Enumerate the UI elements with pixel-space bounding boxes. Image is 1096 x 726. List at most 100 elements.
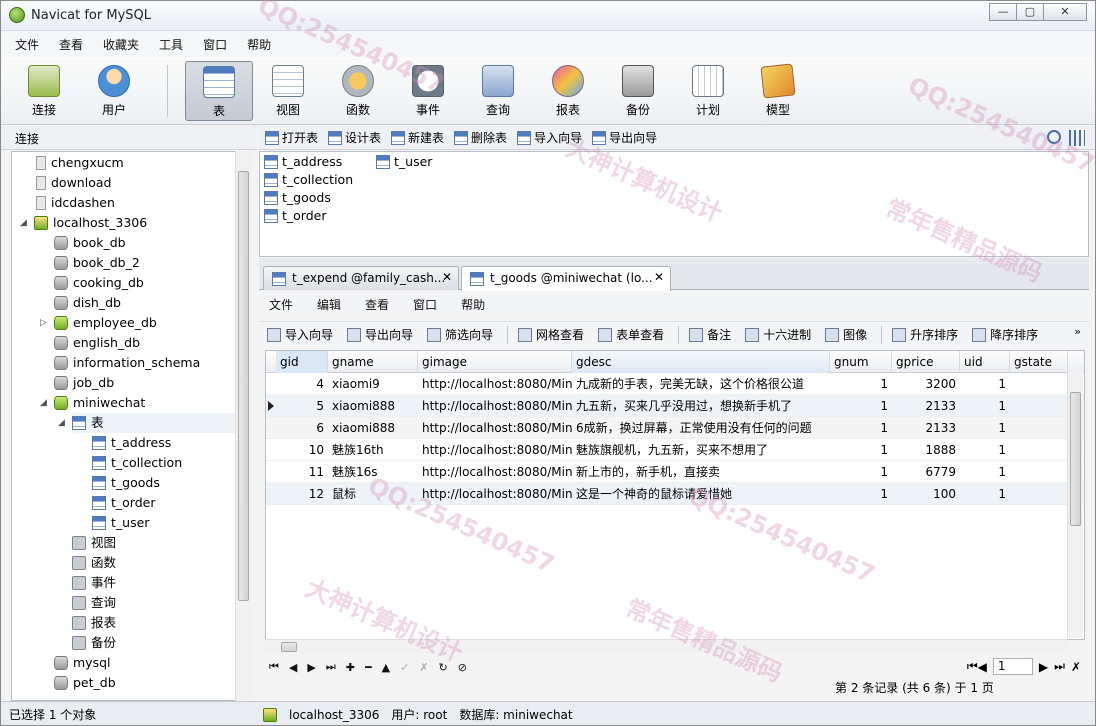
cell-gid[interactable]: 6 — [276, 417, 328, 439]
column-header[interactable]: gdesc — [572, 351, 830, 373]
cell-gdesc[interactable]: 魅族旗舰机，九五新，买来不想用了 — [572, 439, 830, 461]
cell-gnum[interactable]: 1 — [830, 439, 892, 461]
tree-scrollbar[interactable] — [235, 151, 251, 701]
tree-item-tables[interactable]: 表 — [72, 413, 238, 433]
cell-gstate[interactable] — [1010, 373, 1068, 395]
toolbar-overflow-icon[interactable]: » — [1074, 325, 1081, 338]
collapse-toggle-icon[interactable]: ◢ — [20, 218, 27, 228]
cell-gname[interactable]: 魅族16s — [328, 461, 418, 483]
cell-gid[interactable]: 4 — [276, 373, 328, 395]
collapse-toggle-icon[interactable]: ◢ — [58, 418, 65, 428]
tree-item-download[interactable]: download — [36, 173, 111, 193]
cell-gid[interactable]: 10 — [276, 439, 328, 461]
cell-gprice[interactable]: 1888 — [892, 439, 960, 461]
hex-button[interactable]: 十六进制 — [745, 326, 811, 343]
table-row[interactable]: 4 xiaomi9 http://localhost:8080/Mini 九成新… — [266, 373, 1084, 395]
sort-asc-button[interactable]: 升序排序 — [892, 326, 958, 343]
connect-button[interactable]: 连接 — [11, 61, 77, 121]
memo-button[interactable]: 备注 — [689, 326, 731, 343]
cell-gname[interactable]: 鼠标 — [328, 483, 418, 505]
form-view-button[interactable]: 表单查看 — [598, 326, 664, 343]
cell-gdesc[interactable]: 这是一个神奇的鼠标请爱惜她 — [572, 483, 830, 505]
tree-item-table[interactable]: t_address — [92, 433, 171, 453]
cell-gdesc[interactable]: 九五新，买来几乎没用过，想换新手机了 — [572, 395, 830, 417]
tab-close-icon[interactable]: ✕ — [442, 270, 452, 284]
tree-item-table[interactable]: t_goods — [92, 473, 160, 493]
tree-item-functions[interactable]: 函数 — [72, 553, 116, 573]
model-button[interactable]: 模型 — [745, 61, 811, 121]
export-wizard-button[interactable]: 导出向导 — [347, 326, 413, 343]
filter-wizard-button[interactable]: 筛选向导 — [427, 326, 493, 343]
delete-table-button[interactable]: 删除表 — [454, 129, 507, 146]
menu-file[interactable]: 文件 — [269, 296, 309, 313]
cell-gprice[interactable]: 2133 — [892, 395, 960, 417]
column-header[interactable]: gname — [328, 351, 418, 373]
cell-uid[interactable]: 1 — [960, 395, 1010, 417]
next-record-icon[interactable]: ▶ — [307, 661, 315, 674]
table-row[interactable]: 6 xiaomi888 http://localhost:8080/Mini 6… — [266, 417, 1084, 439]
cell-gid[interactable]: 12 — [276, 483, 328, 505]
tree-item-database[interactable]: information_schema — [54, 353, 200, 373]
cell-gid[interactable]: 5 — [276, 395, 328, 417]
prev-record-icon[interactable]: ◀ — [289, 661, 297, 674]
menu-favorites[interactable]: 收藏夹 — [95, 36, 151, 53]
backup-button[interactable]: 备份 — [605, 61, 671, 121]
last-record-icon[interactable]: ⏭ — [326, 660, 336, 674]
menu-help[interactable]: 帮助 — [239, 36, 283, 53]
tree-item-localhost[interactable]: localhost_3306 — [34, 213, 147, 233]
menu-edit[interactable]: 编辑 — [317, 296, 357, 313]
object-table-item[interactable]: t_goods — [264, 189, 331, 207]
cell-gimage[interactable]: http://localhost:8080/Mini — [418, 461, 572, 483]
new-table-button[interactable]: 新建表 — [391, 129, 444, 146]
sort-desc-button[interactable]: 降序排序 — [972, 326, 1038, 343]
tree-item-reports[interactable]: 报表 — [72, 613, 116, 633]
cell-uid[interactable]: 1 — [960, 373, 1010, 395]
tree-item-database[interactable]: book_db — [54, 233, 126, 253]
tree-item-backups[interactable]: 备份 — [72, 633, 116, 653]
open-table-button[interactable]: 打开表 — [265, 129, 318, 146]
tree-item-database[interactable]: employee_db — [54, 313, 157, 333]
table-row[interactable]: 10 魅族16th http://localhost:8080/Mini 魅族旗… — [266, 439, 1084, 461]
discard-changes-icon[interactable]: ✗ — [419, 661, 428, 674]
tree-item-idcdashen[interactable]: idcdashen — [36, 193, 115, 213]
menu-view[interactable]: 查看 — [51, 36, 95, 53]
tree-item-database[interactable]: english_db — [54, 333, 140, 353]
cell-gimage[interactable]: http://localhost:8080/Mini — [418, 373, 572, 395]
close-button[interactable]: ✕ — [1043, 3, 1087, 21]
tree-item-table[interactable]: t_order — [92, 493, 155, 513]
settings-icon[interactable]: ✗ — [1071, 660, 1081, 674]
expand-toggle-icon[interactable]: ▷ — [40, 318, 47, 328]
tree-item-database[interactable]: cooking_db — [54, 273, 144, 293]
cell-gname[interactable]: 魅族16th — [328, 439, 418, 461]
cell-gimage[interactable]: http://localhost:8080/Mini — [418, 483, 572, 505]
cell-uid[interactable]: 1 — [960, 461, 1010, 483]
minimize-button[interactable]: — — [989, 3, 1017, 21]
cell-gstate[interactable] — [1010, 439, 1068, 461]
grid-vscroll-thumb[interactable] — [1070, 392, 1081, 526]
object-table-item[interactable]: t_address — [264, 153, 342, 171]
next-page-icon[interactable]: ▶ — [1039, 660, 1048, 674]
event-button[interactable]: 事件 — [395, 61, 461, 121]
cell-gimage[interactable]: http://localhost:8080/Mini — [418, 439, 572, 461]
grid-horizontal-scrollbar[interactable] — [265, 639, 1067, 653]
menu-view[interactable]: 查看 — [365, 296, 405, 313]
cell-uid[interactable]: 1 — [960, 483, 1010, 505]
menu-window[interactable]: 窗口 — [413, 296, 453, 313]
tree-item-database[interactable]: miniwechat — [54, 393, 145, 413]
table-button[interactable]: 表 — [185, 61, 253, 121]
tree-scroll-thumb[interactable] — [238, 171, 249, 601]
tab-t-goods[interactable]: t_goods @miniwechat (lo... ✕ — [461, 266, 671, 291]
tree-item-table[interactable]: t_collection — [92, 453, 182, 473]
tree-item-queries[interactable]: 查询 — [72, 593, 116, 613]
cell-gname[interactable]: xiaomi888 — [328, 395, 418, 417]
cell-gdesc[interactable]: 新上市的，新手机，直接卖 — [572, 461, 830, 483]
menu-help[interactable]: 帮助 — [461, 296, 501, 313]
user-button[interactable]: 用户 — [81, 61, 147, 121]
cell-gimage[interactable]: http://localhost:8080/Mini — [418, 417, 572, 439]
column-header[interactable]: gprice — [892, 351, 960, 373]
function-button[interactable]: 函数 — [325, 61, 391, 121]
cell-gdesc[interactable]: 6成新，换过屏幕，正常使用没有任何的问题 — [572, 417, 830, 439]
tab-t-expend[interactable]: t_expend @family_cash... ✕ — [263, 266, 459, 290]
column-header[interactable]: uid — [960, 351, 1010, 373]
cell-gnum[interactable]: 1 — [830, 373, 892, 395]
